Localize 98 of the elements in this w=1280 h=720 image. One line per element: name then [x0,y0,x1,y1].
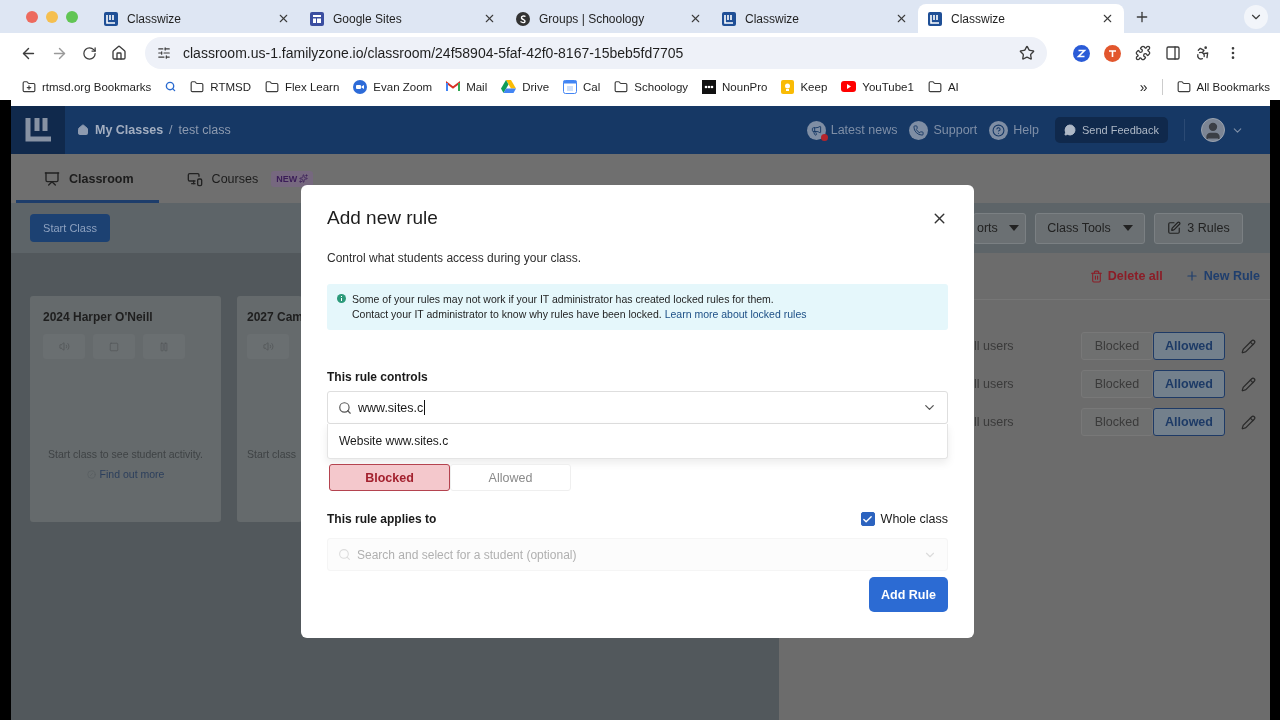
info-text: Some of your rules may not work if your IT administrator has created locked rules for them. [352,292,775,307]
new-badge: NEW [271,170,314,187]
youtube-logo-icon [841,81,857,92]
address-bar[interactable]: classroom.us-1.familyzone.io/classroom/24f58904-5faf-42f0-8167-15beb5fd7705 [145,37,1047,69]
drive-icon [501,80,517,93]
header-link[interactable]: Latest news [806,120,898,140]
close-icon[interactable] [689,12,702,25]
search-icon [338,400,352,415]
devices-icon [186,170,203,187]
folder-icon [264,79,279,94]
bookmark-item[interactable]: rtmsd.org Bookmarks [22,79,152,94]
bookmark-item[interactable]: Drive [501,80,550,93]
bookmark-item[interactable]: NounPro [702,79,768,94]
bookmark-item[interactable]: YouTube1 [841,80,914,93]
folder-icon [614,79,629,94]
folder-icon [1176,79,1191,94]
bookmark-item[interactable]: Cal [563,79,601,94]
help-icon [989,120,1009,140]
student-name: 2024 Harper O'Neill [43,310,154,324]
browser-tab[interactable]: Groups | Schoology [506,4,712,33]
star-icon[interactable] [1019,45,1035,61]
bookmark-item[interactable]: Keep [781,79,828,94]
accessibility-icon[interactable] [1195,45,1211,61]
edit-icon [1167,221,1182,235]
folder-icon [927,79,942,94]
rule-mode-button[interactable]: Blocked [329,464,450,491]
extension-icon[interactable] [1104,44,1121,62]
breadcrumb-separator: / [169,123,173,137]
site-settings-icon[interactable] [157,46,171,60]
field-label: This rule controls [327,370,429,384]
header-link[interactable]: Support [909,120,978,140]
classwize-logo-icon [104,11,118,26]
close-icon[interactable] [1101,12,1114,25]
bookmark-item[interactable]: Flex Learn [264,79,340,94]
home-icon[interactable] [77,124,89,136]
plus-icon [1184,269,1199,283]
add-rule-button[interactable]: Add Rule [869,577,948,612]
chat-icon [1063,124,1076,136]
edit-icon[interactable] [1241,338,1256,354]
bookmark-item[interactable]: RTMSD [190,79,251,94]
folder-icon [190,79,205,94]
search-icon [338,548,351,561]
folder-icon [22,79,36,94]
calendar-icon [563,79,578,94]
avatar[interactable] [1201,118,1225,142]
caret-icon [1008,225,1019,231]
browser-tab[interactable]: Google Sites [300,4,506,33]
browser-tab[interactable]: Classwize [918,4,1124,33]
trash-icon [1089,269,1103,283]
search-icon[interactable] [165,81,177,92]
keep-logo-icon [781,79,795,94]
side-panel-icon[interactable] [1165,45,1181,61]
close-icon[interactable] [277,12,290,25]
phone-icon [909,120,929,140]
logo-icon [25,118,51,142]
suggestion-item[interactable]: Website www.sites.c [327,424,948,459]
info-text: Contact your IT administrator to know why rules have been locked. Learn more about locked rules [352,307,807,322]
field-label: This rule applies to [327,512,437,526]
reload-icon[interactable] [82,45,97,61]
more-bookmarks-button[interactable]: » [1139,78,1148,95]
edit-icon[interactable] [1241,376,1256,392]
dialog-title: Add new rule [327,207,438,229]
send-feedback-button[interactable]: Send Feedback [1054,117,1168,143]
nounpro-logo-icon [702,79,717,94]
browser-tab[interactable]: Classwize [712,4,918,33]
bookmark-item[interactable]: Evan Zoom [353,79,433,94]
rule-search-field[interactable]: www.sites.c [327,391,948,424]
dialog-subtitle: Control what students access during your class. [327,251,583,265]
zoom-logo-icon [353,79,368,94]
home-icon[interactable] [111,45,127,61]
edit-icon[interactable] [1241,414,1256,430]
breadcrumb-current: test class [178,123,231,137]
whole-class-checkbox[interactable] [860,512,875,526]
browser-tab[interactable]: Classwize [94,4,300,33]
breadcrumb-link[interactable]: My Classes [95,123,164,137]
header-link[interactable]: Help [989,120,1039,140]
profile-extension-icon[interactable] [1073,44,1090,62]
rule-mode-button[interactable]: Allowed [450,464,571,491]
tab-search-button[interactable] [1244,4,1268,29]
bookmark-item[interactable]: AI [927,79,959,94]
checkbox-label: Whole class [880,512,948,526]
classwize-logo-icon [928,11,942,26]
all-bookmarks-item[interactable]: All Bookmarks [1176,79,1270,94]
learn-more-link[interactable]: Learn more about locked rules [664,308,807,320]
app-logo[interactable] [11,106,65,154]
schoology-logo-icon [516,11,530,26]
close-icon[interactable] [895,12,908,25]
mail-icon [446,81,461,92]
close-icon[interactable] [483,12,496,25]
sites-logo-icon [310,11,324,26]
bookmark-item[interactable]: Mail [446,80,488,93]
classwize-logo-icon [722,11,736,26]
bookmark-item[interactable]: Schoology [614,79,689,94]
puzzle-icon[interactable] [1135,45,1151,61]
start-class-button[interactable]: Start Class [30,214,110,242]
megaphone-icon [806,120,826,140]
caret-icon [1122,225,1133,231]
presentation-icon [44,170,60,187]
